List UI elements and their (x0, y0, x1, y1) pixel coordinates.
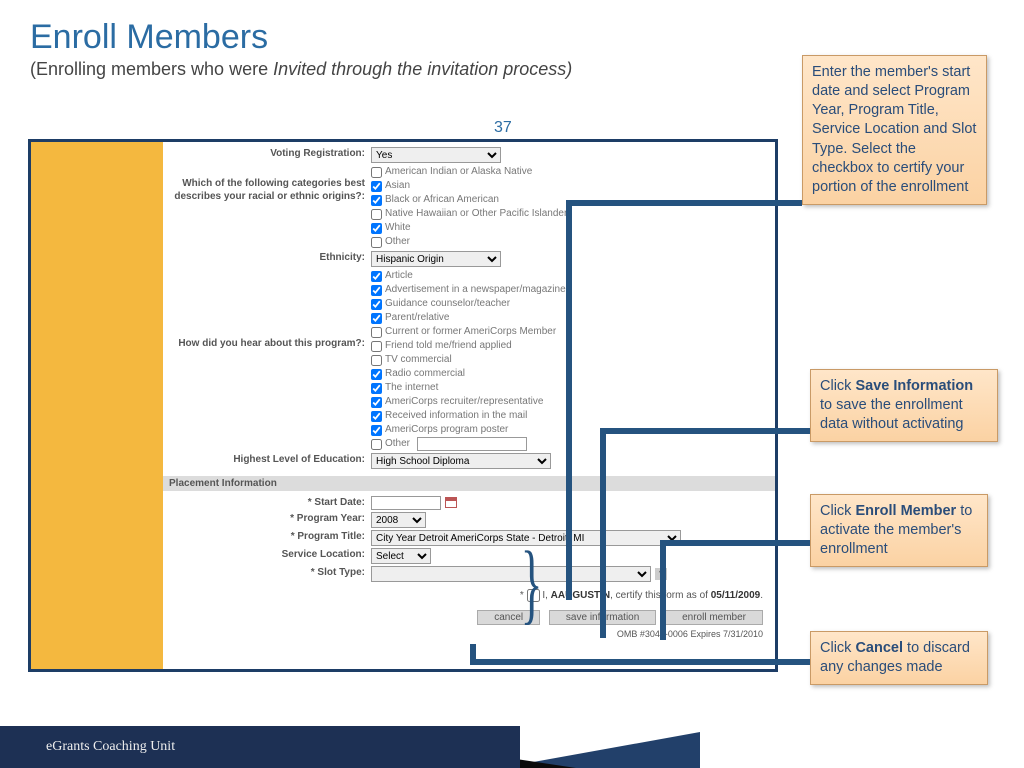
calendar-icon[interactable] (445, 497, 457, 508)
option-label: Parent/relative (385, 311, 449, 325)
service-location-select[interactable]: Select (371, 548, 431, 564)
page-number: 37 (494, 119, 512, 137)
option-checkbox[interactable] (371, 181, 382, 192)
option-label: American Indian or Alaska Native (385, 165, 532, 179)
option-checkbox[interactable] (371, 313, 382, 324)
other-text-input[interactable] (417, 437, 527, 451)
option-checkbox[interactable] (371, 209, 382, 220)
option-label: TV commercial (385, 353, 452, 367)
option-checkbox[interactable] (371, 237, 382, 248)
option-checkbox[interactable] (371, 355, 382, 366)
option-checkbox[interactable] (371, 285, 382, 296)
option-checkbox[interactable] (371, 195, 382, 206)
certify-line: * I, AAUGUSTIN, certify this form as of … (163, 583, 775, 606)
hear-label: How did you hear about this program?: (163, 269, 371, 451)
option-checkbox[interactable] (371, 369, 382, 380)
option-checkbox[interactable] (371, 383, 382, 394)
option-checkbox[interactable] (371, 411, 382, 422)
option-label: Other (385, 437, 410, 451)
callout-cancel: Click Cancel to discard any changes made (810, 631, 988, 685)
slot-type-label: * Slot Type: (163, 566, 371, 582)
ethnicity-select[interactable]: Hispanic Origin (371, 251, 501, 267)
brace-icon: } (521, 532, 543, 635)
option-checkbox[interactable] (371, 397, 382, 408)
program-title-label: * Program Title: (163, 530, 371, 546)
education-label: Highest Level of Education: (163, 453, 371, 469)
section-header-placement: Placement Information (163, 476, 775, 491)
service-location-label: Service Location: (163, 548, 371, 564)
slot-type-select[interactable] (371, 566, 651, 582)
option-checkbox[interactable] (371, 341, 382, 352)
callout-start-date: Enter the member's start date and select… (802, 55, 987, 205)
option-label: White (385, 221, 411, 235)
program-year-select[interactable]: 2008 (371, 512, 426, 528)
option-label: Advertisement in a newspaper/magazine (385, 283, 566, 297)
voting-label: Voting Registration: (163, 147, 371, 163)
option-checkbox[interactable] (371, 167, 382, 178)
start-date-label: * Start Date: (163, 496, 371, 510)
option-label: Guidance counselor/teacher (385, 297, 510, 311)
page-title: Enroll Members (30, 18, 572, 57)
omb-text: OMB #3045-0006 Expires 7/31/2010 (163, 627, 775, 639)
footer-band: eGrants Coaching Unit (0, 726, 520, 768)
page-subtitle: (Enrolling members who were Invited thro… (30, 59, 572, 80)
option-label: Other (385, 235, 410, 249)
option-label: The internet (385, 381, 438, 395)
start-date-input[interactable] (371, 496, 441, 510)
program-year-label: * Program Year: (163, 512, 371, 528)
racial-label: Which of the following categories best d… (163, 165, 371, 249)
option-label: Native Hawaiian or Other Pacific Islande… (385, 207, 567, 221)
option-checkbox[interactable] (371, 223, 382, 234)
callout-save: Click Save Information to save the enrol… (810, 369, 998, 442)
option-checkbox[interactable] (371, 271, 382, 282)
option-checkbox[interactable] (371, 439, 382, 450)
option-checkbox[interactable] (371, 327, 382, 338)
option-label: Asian (385, 179, 410, 193)
option-label: Black or African American (385, 193, 499, 207)
option-checkbox[interactable] (371, 425, 382, 436)
option-label: Article (385, 269, 413, 283)
form-area: Voting Registration: Yes Which of the fo… (163, 142, 775, 669)
option-label: Received information in the mail (385, 409, 527, 423)
ethnicity-label: Ethnicity: (163, 251, 371, 267)
option-label: Current or former AmeriCorps Member (385, 325, 556, 339)
voting-select[interactable]: Yes (371, 147, 501, 163)
option-label: AmeriCorps program poster (385, 423, 508, 437)
option-label: Radio commercial (385, 367, 465, 381)
callout-enroll: Click Enroll Member to activate the memb… (810, 494, 988, 567)
enroll-member-button[interactable]: enroll member (665, 610, 763, 625)
option-label: Friend told me/friend applied (385, 339, 512, 353)
option-checkbox[interactable] (371, 299, 382, 310)
yellow-sidebar (31, 142, 163, 669)
option-label: AmeriCorps recruiter/representative (385, 395, 543, 409)
education-select[interactable]: High School Diploma (371, 453, 551, 469)
